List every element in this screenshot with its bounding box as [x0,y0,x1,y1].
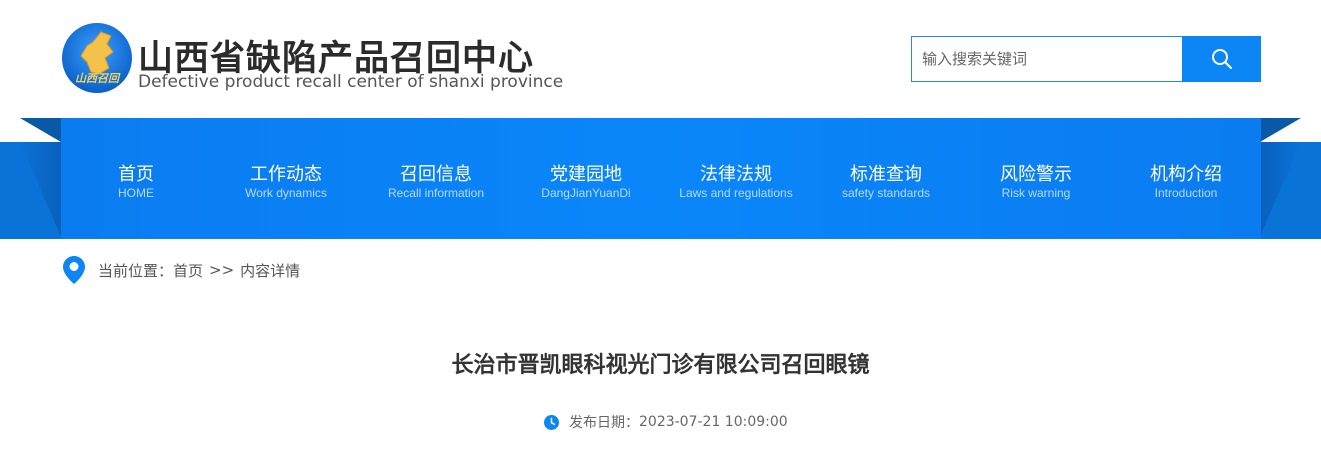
nav-label: 召回信息 [400,163,472,185]
article-title: 长治市晋凯眼科视光门诊有限公司召回眼镜 [451,353,870,378]
article-meta: 发布日期： 2023-07-21 10:09:00 [544,412,788,432]
nav-sublabel: safety standards [841,185,931,200]
nav-label: 标准查询 [850,163,922,185]
nav-item-risk-warning[interactable]: 风险警示 Risk warning [961,118,1111,239]
nav-sublabel: Introduction [1154,185,1218,200]
nav-label: 法律法规 [700,163,772,185]
publish-date: 2023-07-21 10:09:00 [639,414,788,430]
nav-label: 工作动态 [250,163,322,185]
site-subtitle: Defective product recall center of shanx… [138,72,564,92]
nav-item-standards[interactable]: 标准查询 safety standards [811,118,961,239]
breadcrumb: 当前位置： 首页 >> 内容详情 [63,256,300,284]
nav-label: 风险警示 [1000,163,1072,185]
logo-icon[interactable]: 山西召回 [61,22,133,94]
nav-sublabel: Work dynamics [245,185,327,200]
breadcrumb-home-link[interactable]: 首页 [173,260,203,281]
search-button[interactable] [1182,36,1261,82]
nav-label: 首页 [118,163,154,185]
nav-sublabel: HOME [118,185,154,200]
nav-fold-left [20,118,61,142]
search-box [911,36,1261,82]
nav-item-introduction[interactable]: 机构介绍 Introduction [1111,118,1261,239]
location-pin-icon [63,256,85,284]
nav-sublabel: DangJianYuanDi [541,185,631,200]
nav-bar: 首页 HOME 工作动态 Work dynamics 召回信息 Recall i… [61,118,1261,239]
nav-sublabel: Risk warning [1001,185,1071,200]
nav-label: 党建园地 [550,163,622,185]
nav-sublabel: Laws and regulations [679,185,793,200]
nav-fold-right [1260,118,1301,142]
nav-sublabel: Recall information [387,185,485,200]
nav-item-party-building[interactable]: 党建园地 DangJianYuanDi [511,118,661,239]
clock-icon [544,414,559,430]
nav-item-work-dynamics[interactable]: 工作动态 Work dynamics [211,118,361,239]
nav-item-recall-information[interactable]: 召回信息 Recall information [361,118,511,239]
publish-date-label: 发布日期： [569,415,639,431]
site-header: 山西召回 山西省缺陷产品召回中心 Defective product recal… [0,0,1321,118]
logo-text: 山西召回 [75,72,121,85]
nav-item-laws[interactable]: 法律法规 Laws and regulations [661,118,811,239]
search-input[interactable] [912,37,1183,81]
breadcrumb-current: 内容详情 [240,261,301,280]
breadcrumb-separator: >> [209,261,235,279]
breadcrumb-prefix: 当前位置： [98,261,174,280]
nav-item-home[interactable]: 首页 HOME [61,118,211,239]
search-icon [1211,49,1232,69]
nav-label: 机构介绍 [1150,163,1222,185]
main-nav: 首页 HOME 工作动态 Work dynamics 召回信息 Recall i… [0,118,1321,239]
